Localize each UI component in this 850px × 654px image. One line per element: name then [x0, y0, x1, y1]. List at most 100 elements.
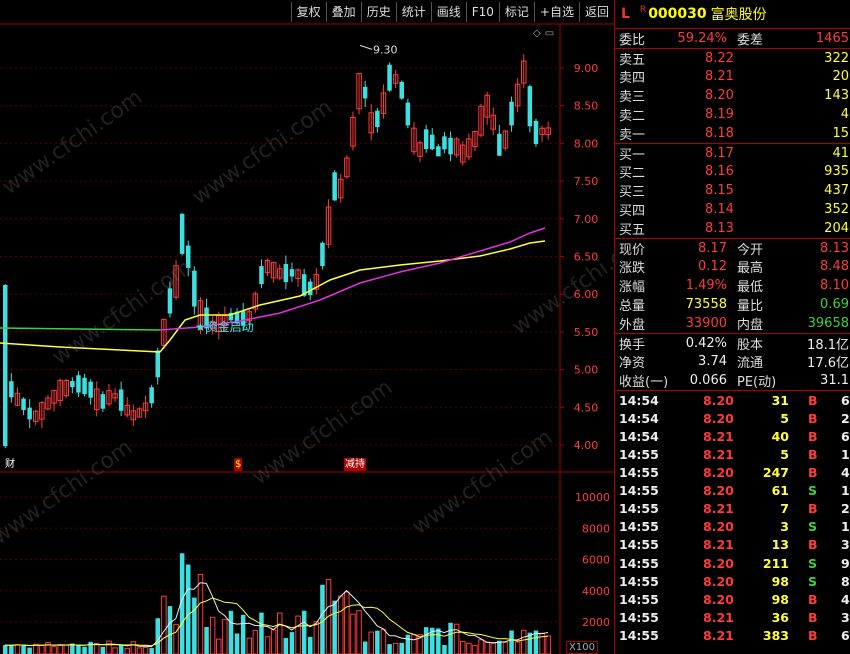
- statistics-button[interactable]: 统计: [395, 2, 431, 22]
- volume-bar-up: [484, 641, 490, 654]
- kline-chart-area[interactable]: 9.00 8.50 8.00 7.50 7.00 6.50 6.00 5.50 5.00 4.50…: [0, 0, 657, 654]
- kline-chart[interactable]: 9.00 8.50 8.00 7.50 7.00 6.50 6.00 5.50 5.00 4.50…: [0, 0, 614, 654]
- event-tag-reduction[interactable]: 减持: [344, 458, 366, 471]
- volume-bar-down: [240, 614, 246, 654]
- buy-price: 8.17: [705, 145, 734, 161]
- volume-bar-down: [332, 600, 337, 654]
- buy-row[interactable]: 买五 8.13 204: [615, 219, 850, 238]
- fundamental-value: 18.1亿: [807, 337, 849, 353]
- back-button[interactable]: 返回: [578, 2, 614, 22]
- tick-row: 14:55 8.20 3 S 1: [615, 518, 850, 536]
- candle-down: [88, 381, 93, 398]
- tick-price: 8.20: [703, 465, 734, 481]
- volume-bar-down: [234, 633, 240, 654]
- volume-bar-down: [76, 645, 81, 654]
- fundamental-value: 31.1: [820, 373, 849, 389]
- buy-row[interactable]: 买四 8.14 352: [615, 200, 850, 219]
- volume-bar-up: [514, 641, 521, 654]
- volume-bar-up: [252, 629, 259, 654]
- candle-down: [118, 389, 124, 411]
- event-tag-finance[interactable]: 财: [4, 458, 16, 471]
- tick-count: 1: [841, 483, 850, 499]
- quote-label: 涨跌: [619, 261, 646, 277]
- volume-bar-up: [161, 595, 167, 654]
- sell-row[interactable]: 卖三 8.20 143: [615, 86, 850, 105]
- tick-volume: 13: [771, 537, 789, 553]
- volume-bar-up: [142, 646, 149, 654]
- candle-down: [509, 101, 514, 126]
- ma-green-line: [0, 327, 161, 331]
- candle-down: [375, 110, 380, 128]
- chart-toolbar: 复权 叠加 历史 统计 画线 F10 标记 +自选 返回: [290, 2, 614, 22]
- volume-bar-up: [350, 613, 356, 654]
- weibi-value: 59.24%: [677, 30, 727, 46]
- sell-label: 卖五: [619, 52, 646, 68]
- stock-code[interactable]: 000030: [648, 6, 706, 22]
- volume-bar-down: [399, 642, 404, 654]
- quote-row: 现价 8.17 今开 8.13: [615, 239, 850, 258]
- candle-down: [423, 129, 429, 150]
- volume-tick-label: 2000: [582, 616, 610, 629]
- buy-volume: 204: [824, 220, 849, 236]
- buy-row[interactable]: 买三 8.15 437: [615, 181, 850, 200]
- f10-button[interactable]: F10: [465, 2, 499, 22]
- add-favorite-button[interactable]: +自选: [533, 2, 579, 22]
- tick-time: 14:54: [619, 410, 659, 426]
- price-tick-label: 5.50: [574, 326, 599, 339]
- tick-side: B: [808, 410, 818, 426]
- candle-down: [527, 86, 533, 127]
- diamond-icon[interactable]: ◇: [533, 28, 541, 39]
- candle-down: [21, 398, 26, 411]
- overlay-button[interactable]: 叠加: [325, 2, 361, 22]
- event-tag-dividend[interactable]: $: [234, 458, 243, 471]
- candle-down: [332, 172, 337, 201]
- quote-value: 0.12: [698, 259, 727, 275]
- volume-bar-down: [27, 647, 32, 654]
- candle-down: [399, 81, 404, 99]
- signal-label: ★资金启动: [195, 319, 254, 334]
- quote-value: 1.49%: [685, 278, 727, 294]
- sell-book: 卖五 8.22 322 卖四 8.21 20 卖三 8.20 143 卖二 8.19 4 卖一 8…: [615, 49, 850, 144]
- buy-row[interactable]: 买一 8.17 41: [615, 144, 850, 163]
- volume-bar-down: [448, 622, 453, 654]
- sell-row[interactable]: 卖四 8.21 20: [615, 68, 850, 86]
- candle-down: [259, 266, 264, 285]
- tick-time: 14:55: [619, 609, 659, 625]
- quote-label: 内盘: [737, 317, 764, 333]
- sell-row[interactable]: 卖二 8.19 4: [615, 105, 850, 124]
- history-button[interactable]: 历史: [360, 2, 396, 22]
- quote-value: 8.13: [820, 240, 849, 256]
- volume-bar-up: [112, 647, 118, 654]
- sell-price: 8.22: [705, 50, 734, 66]
- fuquan-button[interactable]: 复权: [290, 2, 326, 22]
- stock-name[interactable]: 富奥股份: [711, 4, 767, 24]
- tick-time: 14:55: [619, 537, 659, 553]
- sell-row[interactable]: 卖一 8.18 15: [615, 124, 850, 143]
- volume-bar-up: [222, 619, 228, 654]
- volume-bar-up: [216, 638, 222, 654]
- volume-bar-up: [106, 640, 112, 654]
- volume-bar-down: [387, 644, 392, 654]
- price-tick-label: 7.50: [574, 175, 599, 188]
- quote-section: 现价 8.17 今开 8.13 涨跌 0.12 最高 8.48 涨幅 1.49% 最低 8.10 …: [615, 239, 850, 334]
- quote-value: 33900: [685, 315, 727, 331]
- tick-volume: 98: [771, 591, 789, 607]
- buy-row[interactable]: 买二 8.16 935: [615, 163, 850, 181]
- mark-button[interactable]: 标记: [498, 2, 534, 22]
- tick-count: 2: [841, 501, 850, 517]
- price-tick-label: 7.00: [574, 213, 599, 226]
- tick-volume: 40: [771, 428, 789, 444]
- fundamental-row: 净资 3.74 流通 17.6亿: [615, 353, 850, 371]
- tick-volume: 3: [780, 519, 789, 535]
- candle-down: [533, 120, 539, 144]
- tick-time: 14:55: [619, 483, 659, 499]
- draw-line-button[interactable]: 画线: [430, 2, 466, 22]
- window-icon[interactable]: ▭: [545, 28, 554, 39]
- tick-list[interactable]: 14:54 8.20 31 B 6 14:54 8.20 5 B 2 14:54 8.21 40 B 6 14…: [615, 391, 850, 644]
- sell-price: 8.20: [705, 88, 734, 104]
- price-tick-label: 8.00: [574, 137, 599, 150]
- tick-time: 14:55: [619, 501, 659, 517]
- volume-bar-down: [100, 646, 106, 654]
- sell-row[interactable]: 卖五 8.22 322: [615, 49, 850, 68]
- tick-price: 8.20: [703, 519, 734, 535]
